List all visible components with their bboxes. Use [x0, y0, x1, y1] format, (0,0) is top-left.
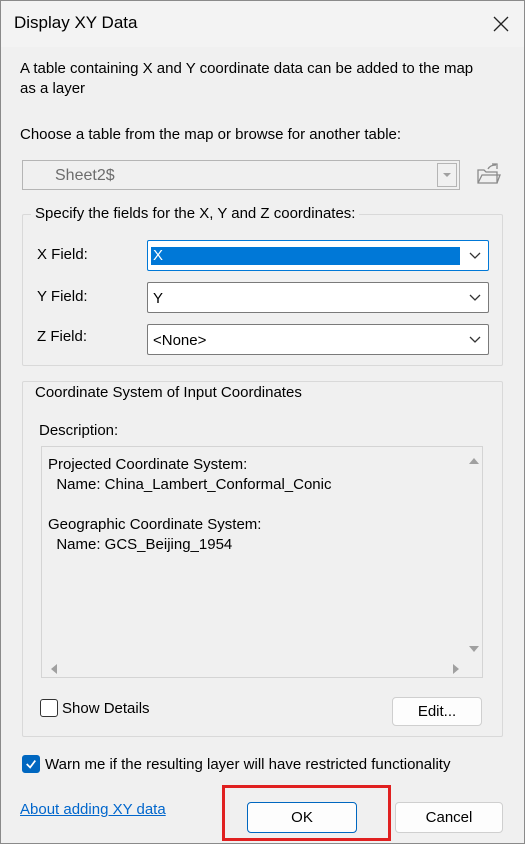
checkmark-icon: [26, 760, 36, 769]
y-field-label: Y Field:: [37, 288, 88, 305]
intro-text: A table containing X and Y coordinate da…: [20, 60, 474, 97]
about-link[interactable]: About adding XY data: [20, 801, 166, 818]
scroll-down-icon: [469, 646, 479, 652]
warn-checkbox[interactable]: [22, 755, 40, 773]
y-field-select[interactable]: Y: [147, 282, 489, 313]
scroll-right-icon: [453, 664, 459, 674]
show-details-checkbox[interactable]: [40, 699, 58, 717]
horizontal-scrollbar[interactable]: [42, 661, 466, 677]
choose-table-label: Choose a table from the map or browse fo…: [20, 126, 402, 143]
description-text: Projected Coordinate System: Name: China…: [48, 456, 332, 553]
chevron-down-icon: [469, 294, 481, 301]
x-field-label: X Field:: [37, 246, 88, 263]
title-bar: Display XY Data: [1, 1, 524, 47]
z-field-label: Z Field:: [37, 328, 88, 345]
table-select-dropdown[interactable]: [437, 163, 457, 187]
chevron-down-icon: [469, 336, 481, 343]
cancel-button[interactable]: Cancel: [395, 802, 503, 833]
scroll-up-icon: [469, 458, 479, 464]
display-xy-data-dialog: Display XY Data A table containing X and…: [0, 0, 525, 844]
close-button[interactable]: [478, 1, 524, 47]
close-icon: [493, 16, 509, 32]
show-details-option[interactable]: Show Details: [40, 699, 150, 717]
warn-option[interactable]: Warn me if the resulting layer will have…: [22, 755, 450, 773]
browse-button[interactable]: [473, 160, 503, 188]
warn-label: Warn me if the resulting layer will have…: [45, 755, 451, 773]
z-field-value: <None>: [153, 332, 207, 349]
open-folder-icon: [477, 163, 501, 184]
description-box[interactable]: Projected Coordinate System: Name: China…: [41, 446, 483, 678]
y-field-value: Y: [153, 290, 164, 307]
dialog-title: Display XY Data: [14, 13, 138, 32]
z-field-select[interactable]: <None>: [147, 324, 489, 355]
chevron-down-icon: [443, 173, 451, 177]
x-field-value: X: [151, 247, 460, 265]
coordinate-system-group: Coordinate System of Input Coordinates D…: [22, 381, 503, 737]
ok-highlight-box: [222, 785, 391, 841]
description-label: Description:: [39, 422, 119, 439]
coordinate-system-group-label: Coordinate System of Input Coordinates: [35, 384, 302, 401]
scroll-left-icon: [51, 664, 57, 674]
coordinate-fields-group: Specify the fields for the X, Y and Z co…: [22, 205, 503, 366]
vertical-scrollbar[interactable]: [466, 447, 482, 661]
table-select[interactable]: Sheet2$: [22, 160, 460, 190]
show-details-label: Show Details: [62, 699, 150, 717]
x-field-select[interactable]: X: [147, 240, 489, 271]
table-select-value: Sheet2$: [55, 167, 115, 184]
chevron-down-icon: [469, 252, 481, 259]
edit-button[interactable]: Edit...: [392, 697, 482, 726]
coordinate-fields-group-label: Specify the fields for the X, Y and Z co…: [31, 205, 360, 222]
